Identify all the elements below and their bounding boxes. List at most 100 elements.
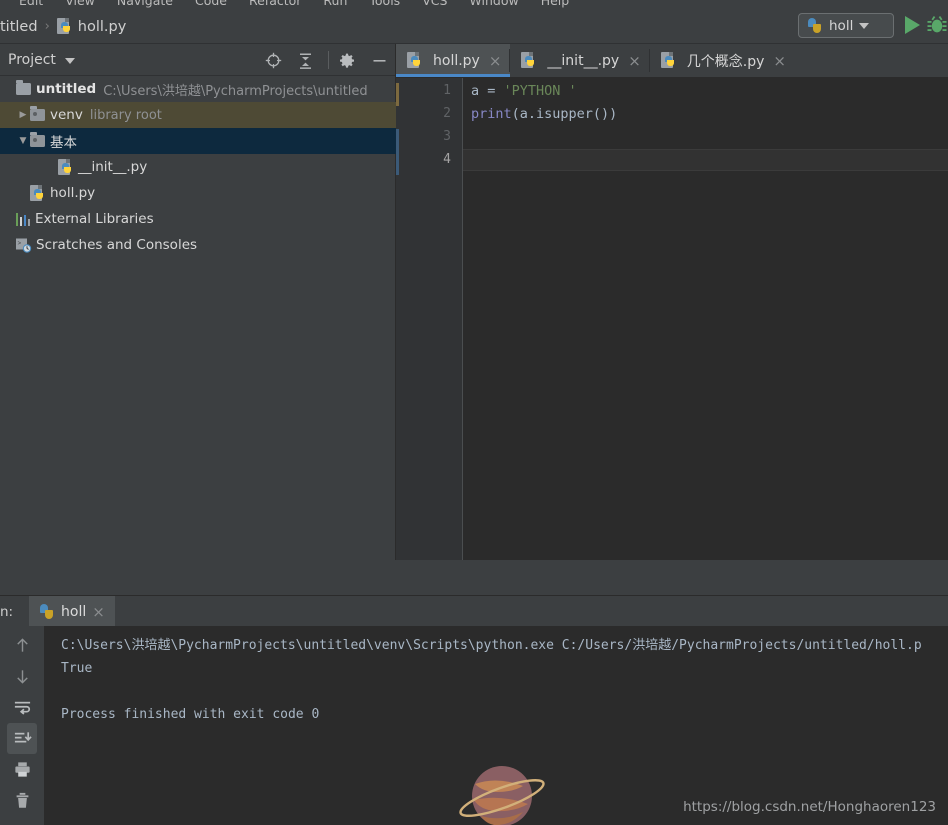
- editor-tab-label: holl.py: [433, 52, 480, 69]
- menu-item-code[interactable]: Code: [184, 0, 238, 8]
- chevron-right-icon[interactable]: ▶: [16, 110, 30, 120]
- folder-source-icon: [30, 132, 45, 147]
- tree-item-label: 基本: [50, 135, 77, 151]
- editor-tab-hollpy[interactable]: holl.py ×: [396, 44, 511, 77]
- clear-all-trash-icon[interactable]: [7, 785, 37, 816]
- editor-tab-py[interactable]: 几个概念.py ×: [649, 44, 795, 77]
- python-file-icon: [660, 52, 676, 69]
- run-play-icon[interactable]: [905, 16, 920, 34]
- python-file-icon: [407, 52, 422, 69]
- run-panel-label: n:: [0, 604, 14, 620]
- scroll-to-end-icon[interactable]: [7, 723, 37, 754]
- project-tool-window: Project untitled C:\Users\洪培越\PycharmProj…: [0, 44, 396, 560]
- saturn-planet-graphic: [459, 766, 545, 825]
- watermark-url: https://blog.csdn.net/Honghaoren123: [683, 799, 936, 815]
- line-number: 4: [443, 152, 451, 167]
- python-icon: [807, 17, 823, 34]
- debug-bug-icon[interactable]: [926, 14, 948, 36]
- close-icon[interactable]: ×: [628, 52, 641, 70]
- menu-item-run[interactable]: Run: [312, 0, 358, 8]
- editor-tab-initpy[interactable]: __init__.py ×: [510, 44, 650, 77]
- menu-item-view[interactable]: View: [54, 0, 106, 8]
- line-number: 2: [443, 106, 451, 121]
- editor-tab-label: __init__.py: [547, 52, 620, 69]
- code-editor[interactable]: 1 2 3 4 a = 'PYTHON ' print(a.isupper()): [396, 78, 948, 560]
- close-icon[interactable]: ×: [92, 603, 105, 621]
- chevron-down-icon[interactable]: [64, 57, 75, 64]
- menu-item-help[interactable]: Help: [530, 0, 581, 8]
- run-configuration-selector[interactable]: holl: [798, 13, 894, 38]
- scratches-icon: >: [16, 238, 32, 253]
- vcs-change-marker: [396, 83, 399, 106]
- python-icon: [39, 603, 55, 620]
- tree-row[interactable]: ▶ venv library root: [0, 102, 396, 128]
- console-line: Process finished with exit code 0: [61, 707, 320, 722]
- console-line: C:\Users\洪培越\PycharmProjects\untitled\ve…: [61, 638, 922, 653]
- collapse-all-icon[interactable]: [297, 52, 314, 69]
- tree-item-label: untitled: [36, 81, 97, 97]
- tree-item-path: C:\Users\洪培越\PycharmProjects\untitled: [103, 83, 368, 99]
- print-icon[interactable]: [7, 754, 37, 785]
- breadcrumb-project[interactable]: titled: [0, 19, 38, 35]
- tree-item-path: library root: [89, 107, 162, 123]
- chevron-down-icon[interactable]: [859, 22, 870, 29]
- svg-text:>: >: [18, 240, 22, 247]
- menu-bar[interactable]: Edit View Navigate Code Refactor Run Tools VCS W…: [0, 0, 948, 10]
- run-tab-holl[interactable]: holl ×: [29, 596, 115, 627]
- menu-item-window[interactable]: Window: [458, 0, 529, 8]
- python-file-icon: [521, 52, 536, 69]
- code-token: print: [471, 106, 512, 122]
- tree-row[interactable]: External Libraries: [0, 206, 396, 232]
- code-token: 'PYTHON ': [503, 83, 577, 99]
- close-icon[interactable]: ×: [773, 52, 786, 70]
- tree-row[interactable]: untitled C:\Users\洪培越\PycharmProjects\unt…: [0, 76, 396, 102]
- python-file-icon: [30, 184, 45, 202]
- soft-wrap-icon[interactable]: [7, 692, 37, 723]
- menu-item-vcs[interactable]: VCS: [411, 0, 458, 8]
- chevron-down-icon[interactable]: ▼: [16, 136, 30, 146]
- console-toolbar[interactable]: [0, 626, 45, 825]
- breadcrumb-separator: ›: [44, 19, 50, 34]
- project-panel-title: Project: [8, 51, 56, 68]
- run-console: C:\Users\洪培越\PycharmProjects\untitled\ve…: [0, 626, 948, 825]
- locate-target-icon[interactable]: [265, 52, 282, 69]
- tree-row[interactable]: __init__.py: [0, 154, 396, 180]
- menu-item-edit[interactable]: Edit: [8, 0, 54, 8]
- settings-gear-icon[interactable]: [339, 52, 356, 69]
- editor-tab-label: 几个概念.py: [686, 53, 765, 70]
- minimize-icon[interactable]: [371, 52, 388, 69]
- tree-item-label: External Libraries: [35, 211, 154, 227]
- code-token: a =: [471, 83, 504, 99]
- run-tab-label: holl: [61, 603, 87, 620]
- code-token: (a.isupper()): [511, 106, 618, 122]
- folder-icon: [16, 80, 31, 95]
- tree-row[interactable]: holl.py: [0, 180, 396, 206]
- tree-row[interactable]: > Scratches and Consoles: [0, 232, 396, 258]
- vcs-change-marker: [396, 129, 399, 175]
- python-file-icon: [56, 18, 72, 35]
- close-icon[interactable]: ×: [489, 52, 502, 70]
- tree-item-label: Scratches and Consoles: [36, 237, 198, 253]
- external-libraries-icon: [16, 212, 30, 226]
- scroll-up-icon[interactable]: [7, 630, 37, 661]
- tree-item-label: __init__.py: [78, 159, 148, 175]
- tree-item-label: venv: [50, 107, 83, 123]
- menu-item-tools[interactable]: Tools: [358, 0, 411, 8]
- python-file-icon: [58, 158, 73, 176]
- run-config-name: holl: [829, 17, 854, 34]
- breadcrumb-file[interactable]: holl.py: [78, 19, 127, 35]
- code-line: a = 'PYTHON ': [471, 83, 577, 99]
- code-line: print(a.isupper()): [471, 106, 617, 122]
- tree-row[interactable]: ▼ 基本: [0, 128, 396, 154]
- run-tool-window-header: n: holl ×: [0, 595, 948, 627]
- menu-item-navigate[interactable]: Navigate: [106, 0, 184, 8]
- line-number: 1: [443, 83, 451, 98]
- code-content[interactable]: a = 'PYTHON ' print(a.isupper()): [463, 78, 948, 560]
- scroll-down-icon[interactable]: [7, 661, 37, 692]
- menu-item-refactor[interactable]: Refactor: [238, 0, 312, 8]
- editor-gutter[interactable]: 1 2 3 4: [396, 78, 463, 560]
- editor-tab-strip[interactable]: holl.py × __init__.py × 几个概念.py ×: [396, 44, 948, 78]
- project-tree[interactable]: untitled C:\Users\洪培越\PycharmProjects\unt…: [0, 76, 396, 258]
- folder-source-icon: [30, 106, 45, 121]
